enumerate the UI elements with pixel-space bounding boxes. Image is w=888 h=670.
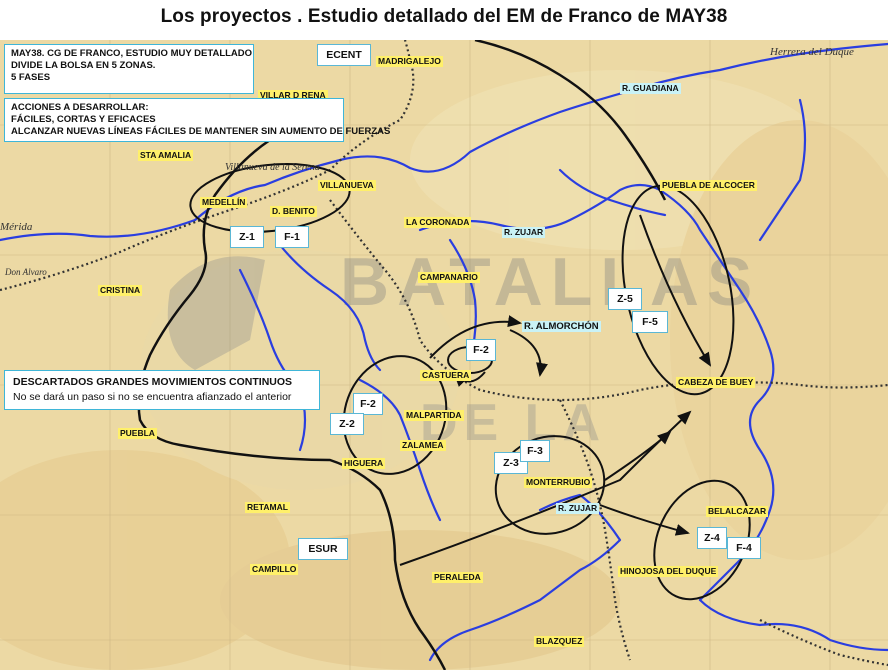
place-d-benito: D. BENITO: [270, 206, 317, 217]
actions-box: ACCIONES A DESARROLLAR: FÁCILES, CORTAS …: [4, 98, 391, 142]
place-madrigalejo: MADRIGALEJO: [376, 56, 443, 67]
place-r-guadiana: R. GUADIANA: [620, 83, 681, 94]
place-cabeza-buey: CABEZA DE BUEY: [676, 377, 756, 388]
place-villanueva: VILLANUEVA: [318, 180, 376, 191]
place-puebla: PUEBLA: [118, 428, 157, 439]
tag-esur[interactable]: ESUR: [298, 538, 348, 560]
tag-f5[interactable]: F-5: [632, 311, 668, 333]
place-zalamea: ZALAMEA: [400, 440, 446, 451]
discarded-line-2: No se dará un paso si no se encuentra af…: [13, 391, 292, 403]
tag-z1[interactable]: Z-1: [230, 226, 264, 248]
page-title: Los proyectos . Estudio detallado del EM…: [160, 6, 728, 27]
label-don-alvaro: Don Alvaro: [4, 267, 47, 277]
svg-text:DE LA: DE LA: [420, 394, 606, 452]
label-merida: Mérida: [0, 221, 33, 233]
study-box: MAY38. CG DE FRANCO, ESTUDIO MUY DETALLA…: [4, 44, 254, 94]
tag-f1[interactable]: F-1: [275, 226, 309, 248]
label-herrera: Herrera del Duque: [769, 46, 854, 58]
actions-line-2: FÁCILES, CORTAS Y EFICACES: [11, 114, 156, 125]
place-r-almorchon: R. ALMORCHÓN: [522, 321, 601, 332]
place-monterrubio: MONTERRUBIO: [524, 477, 593, 488]
tag-z4[interactable]: Z-4: [697, 527, 727, 549]
discarded-box: DESCARTADOS GRANDES MOVIMIENTOS CONTINUO…: [4, 370, 320, 410]
place-cristina: CRISTINA: [98, 285, 143, 296]
tag-z2[interactable]: Z-2: [330, 413, 364, 435]
tag-z5[interactable]: Z-5: [608, 288, 642, 310]
place-puebla-alcocer: PUEBLA DE ALCOCER: [660, 180, 757, 191]
place-retamal: RETAMAL: [245, 502, 290, 513]
place-belalcazar: BELALCAZAR: [706, 506, 769, 517]
study-line-2: DIVIDE LA BOLSA EN 5 ZONAS.: [11, 60, 156, 71]
place-campanario: CAMPANARIO: [418, 272, 480, 283]
svg-text:BATALLAS: BATALLAS: [340, 244, 760, 320]
place-peraleda: PERALEDA: [432, 572, 483, 583]
actions-line-1: ACCIONES A DESARROLLAR:: [11, 102, 149, 113]
tag-f4[interactable]: F-4: [727, 537, 761, 559]
place-campillo: CAMPILLO: [250, 564, 299, 575]
study-line-1: MAY38. CG DE FRANCO, ESTUDIO MUY DETALLA…: [11, 48, 253, 59]
place-r-zujar-south: R. ZUJAR: [556, 503, 600, 514]
discarded-line-1: DESCARTADOS GRANDES MOVIMIENTOS CONTINUO…: [13, 376, 293, 388]
label-villanueva-serena: Villanueva de la Serena: [225, 162, 320, 173]
place-hinojosa: HINOJOSA DEL DUQUE: [618, 566, 719, 577]
place-higuera: HIGUERA: [342, 458, 386, 469]
study-line-3: 5 FASES: [11, 72, 51, 83]
tag-f2-north[interactable]: F-2: [466, 339, 496, 361]
tag-f3[interactable]: F-3: [520, 440, 550, 462]
place-r-zujar-north: R. ZUJAR: [502, 227, 546, 238]
place-medellin: MEDELLÍN: [200, 197, 248, 208]
tag-f2-west[interactable]: F-2: [353, 393, 383, 415]
tag-ecent[interactable]: ECENT: [317, 44, 371, 66]
place-la-coronada: LA CORONADA: [404, 217, 472, 228]
place-malpartida: MALPARTIDA: [404, 410, 464, 421]
place-blazquez: BLAZQUEZ: [534, 636, 585, 647]
place-sta-amalia: STA AMALIA: [138, 150, 194, 161]
actions-line-3: ALCANZAR NUEVAS LÍNEAS FÁCILES DE MANTEN…: [11, 126, 391, 137]
place-castuera: CASTUERA: [420, 370, 472, 381]
